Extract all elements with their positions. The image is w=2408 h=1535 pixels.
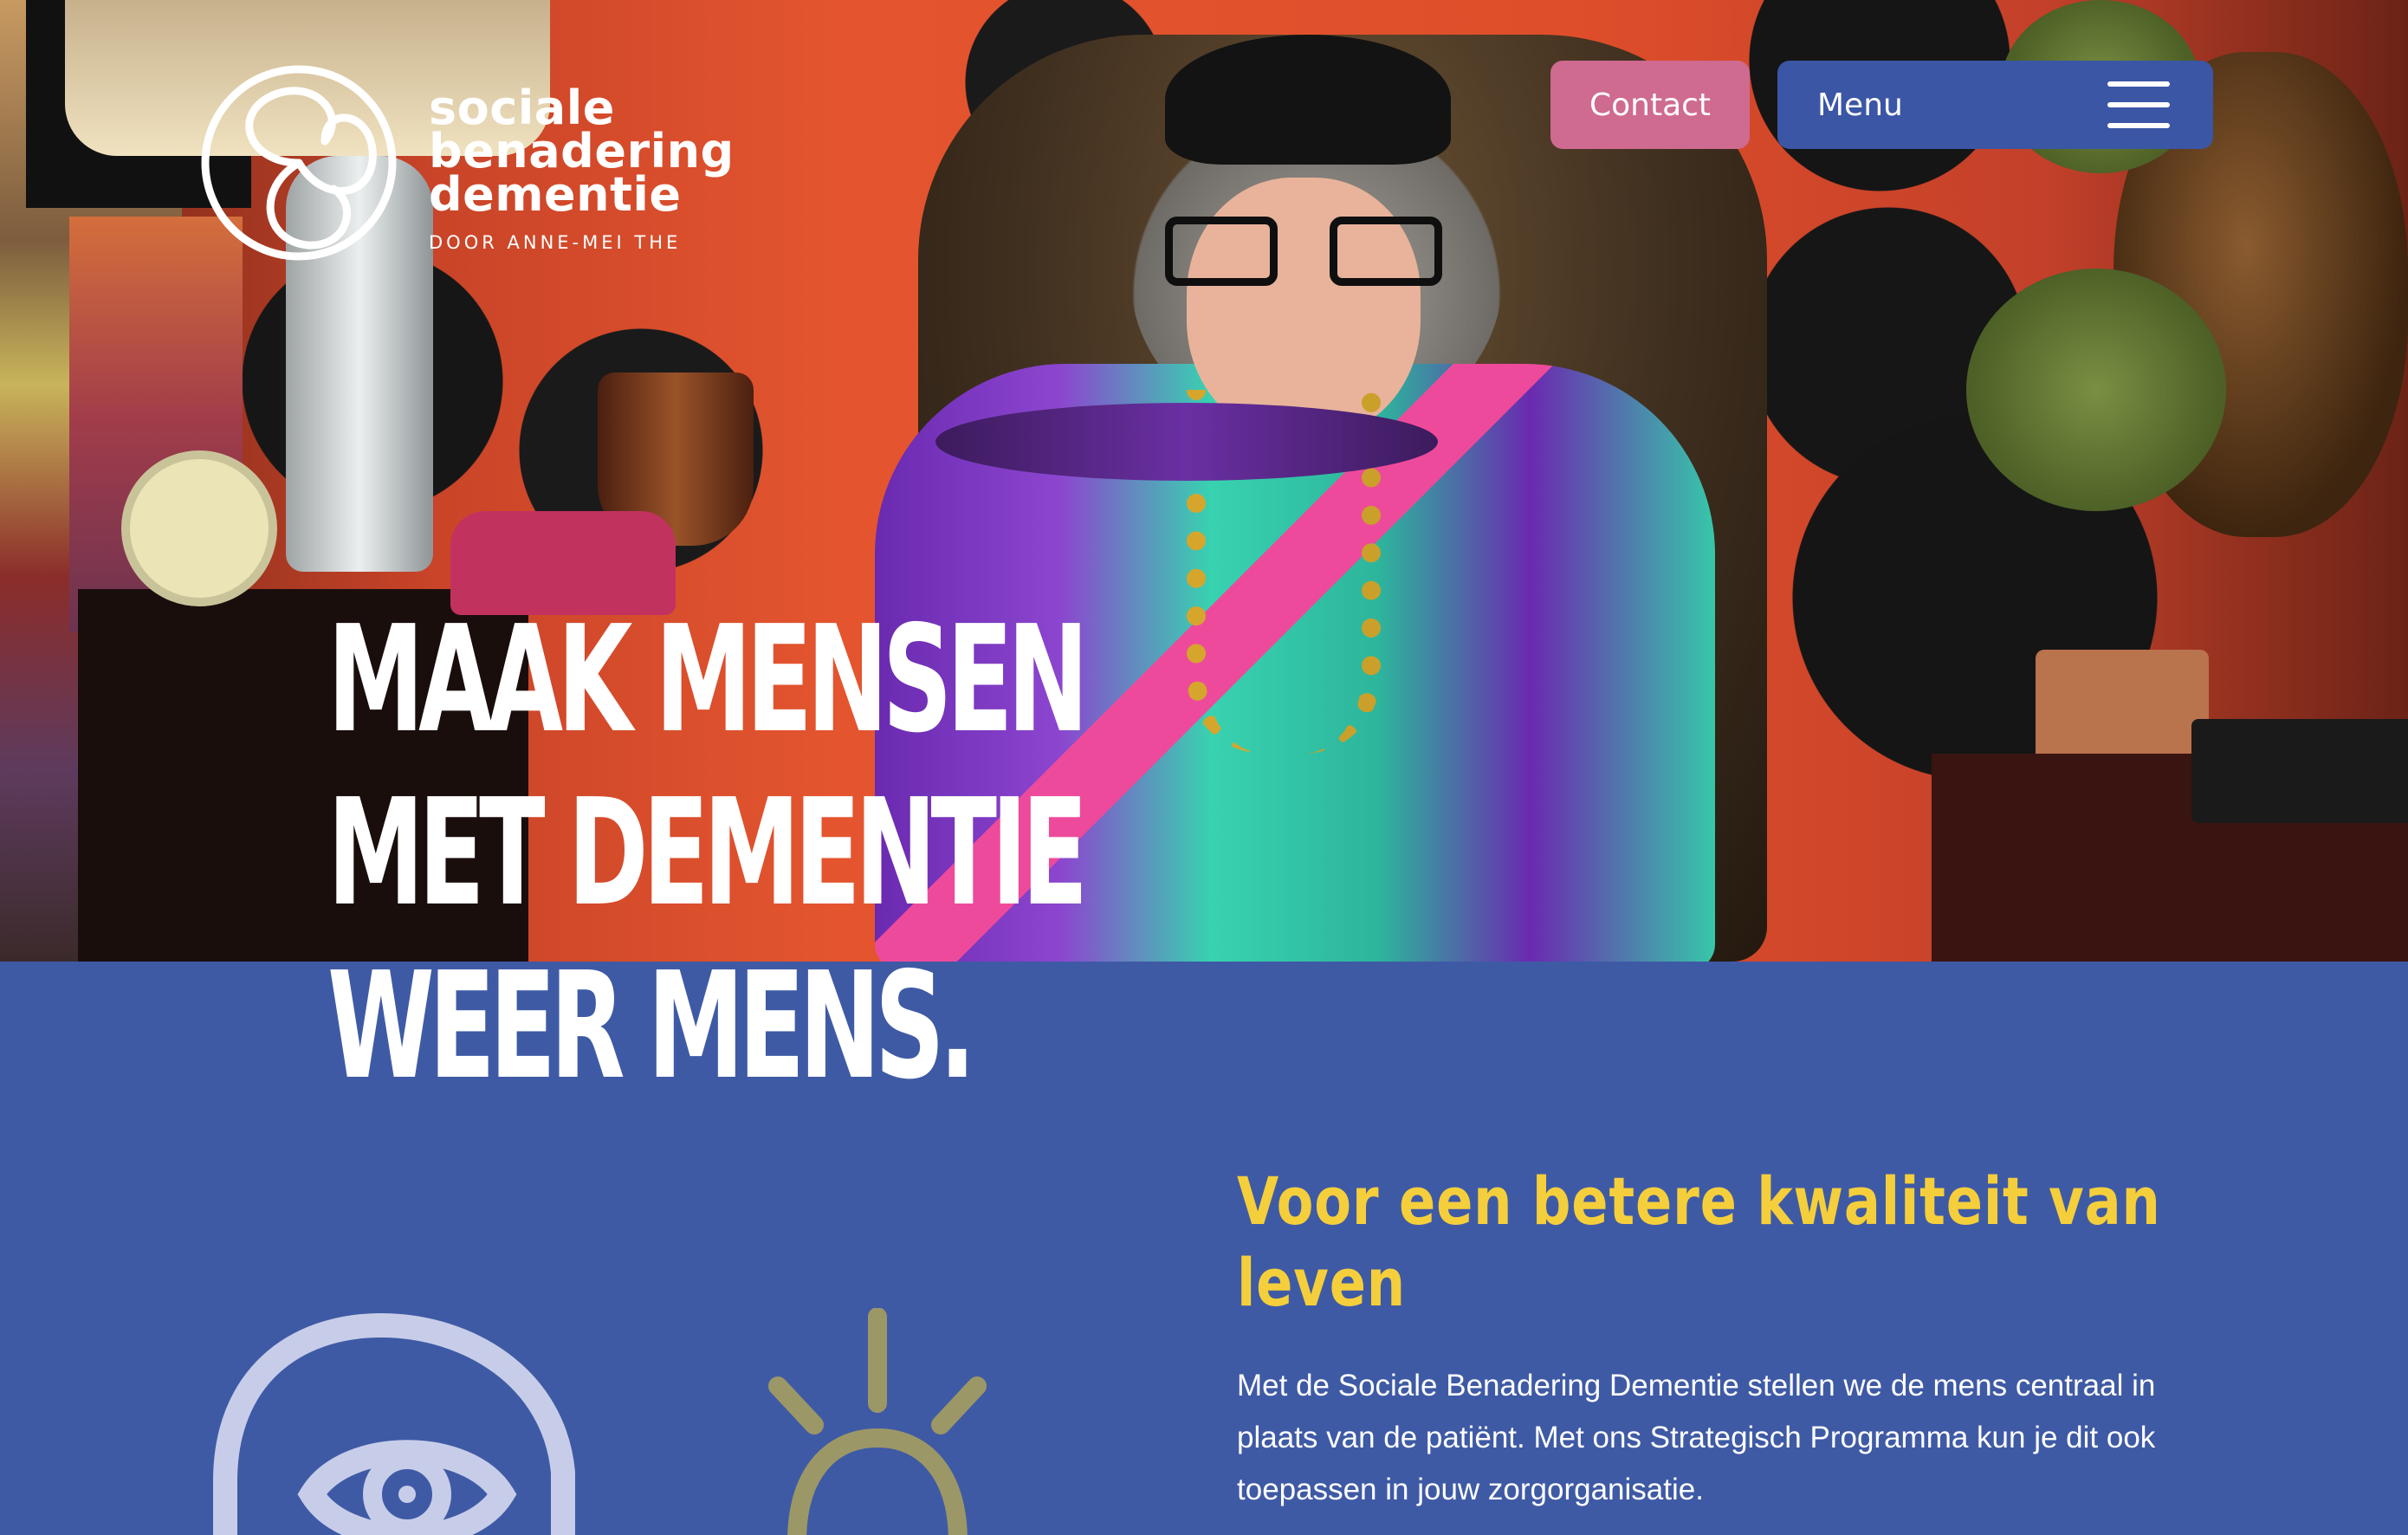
intro-paragraph: Met de Sociale Benadering Dementie stell… [1237, 1369, 2156, 1506]
menu-label: Menu [1817, 87, 1903, 123]
logo-byline: DOOR ANNE-MEI THE [429, 232, 682, 253]
sun-icon [768, 1308, 987, 1535]
glasses [1165, 217, 1442, 286]
face-mask [935, 403, 1438, 481]
headline-line: WEER MENS. [327, 941, 976, 1112]
triskele-logo-icon [201, 65, 397, 261]
hamburger-menu-icon [2107, 81, 2170, 128]
alarm-clock [121, 450, 277, 606]
menu-button[interactable]: Menu [1777, 61, 2213, 149]
headline-line: MAAK MENSEN [327, 594, 1089, 766]
subtitle-text: Voor een betere kwaliteit van leven [1237, 1163, 2161, 1321]
section-subtitle: Voor een betere kwaliteit van leven [1237, 1161, 2233, 1324]
headline-line: MET DEMENTIE [327, 768, 1088, 939]
hero-headline: MAAK MENSEN MET DEMENTIE WEER MENS. [327, 593, 1107, 1113]
topiary-plant [1966, 269, 2226, 511]
record-player [2191, 719, 2408, 823]
black-cap [1165, 35, 1451, 165]
contact-button[interactable]: Contact [1550, 61, 1750, 149]
site-logo[interactable]: sociale benadering dementie DOOR ANNE-ME… [195, 59, 871, 267]
illustration [213, 1308, 987, 1535]
head-with-eye-icon [213, 1312, 575, 1535]
logo-line: dementie [429, 167, 682, 222]
logo-wordmark: sociale benadering dementie DOOR ANNE-ME… [429, 85, 735, 254]
